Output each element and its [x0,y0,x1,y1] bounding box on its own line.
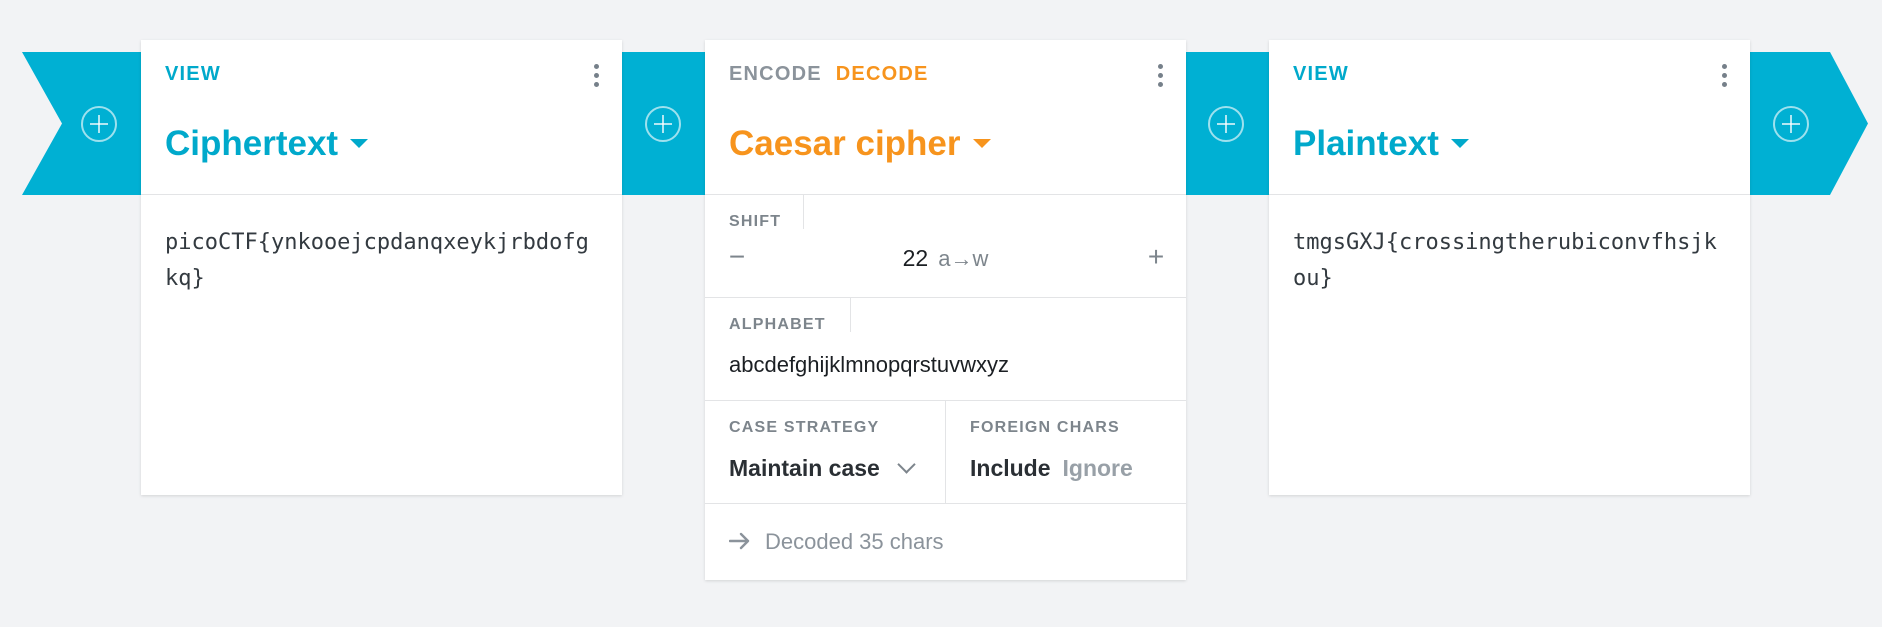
shift-label: SHIFT [729,213,782,230]
cipher-selector-dropdown[interactable]: Caesar cipher [729,124,991,164]
card-header: VIEW Plaintext [1269,40,1750,195]
caret-down-icon [1450,139,1469,148]
ciphertext-card: VIEW Ciphertext picoCTF{ynkooejcpdanqxey… [141,40,622,495]
tab-view[interactable]: VIEW [165,63,221,85]
card-header: ENCODE DECODE Caesar cipher [705,40,1186,195]
more-vertical-icon[interactable] [1156,64,1164,92]
caret-down-icon [350,139,369,148]
card-tabs: ENCODE DECODE [729,63,943,86]
tab-encode[interactable]: ENCODE [729,63,822,85]
shift-increment-button[interactable]: + [1142,243,1170,271]
shift-decrement-button[interactable]: − [723,243,751,271]
caesar-cipher-card: ENCODE DECODE Caesar cipher SHIFT 22 a→w −… [705,40,1186,580]
case-strategy-select[interactable]: Maintain case [729,455,880,482]
add-operation-plus-icon[interactable] [81,106,117,142]
alphabet-setting: ALPHABET abcdefghijklmnopqrstuvwxyz [705,298,1186,401]
plaintext-textarea[interactable]: tmgsGXJ{crossingtherubiconvfhsjkou} [1269,195,1750,327]
label-divider [803,195,804,229]
caret-down-icon [972,139,991,148]
status-text: Decoded 35 chars [765,529,944,554]
shift-setting: SHIFT 22 a→w − + [705,195,1186,298]
foreign-chars-ignore[interactable]: Ignore [1063,455,1133,481]
more-vertical-icon[interactable] [592,64,600,92]
card-tabs: VIEW [165,63,235,86]
add-operation-plus-icon[interactable] [1773,106,1809,142]
plaintext-card: VIEW Plaintext tmgsGXJ{crossingtherubico… [1269,40,1750,495]
more-vertical-icon[interactable] [1720,64,1728,92]
foreign-chars-label: FOREIGN CHARS [970,419,1120,436]
add-operation-plus-icon[interactable] [645,106,681,142]
plaintext-format-dropdown[interactable]: Plaintext [1293,124,1469,164]
foreign-chars-include[interactable]: Include [970,455,1051,481]
tab-decode[interactable]: DECODE [836,63,929,85]
card-tabs: VIEW [1293,63,1363,86]
add-operation-plus-icon[interactable] [1208,106,1244,142]
label-divider [850,298,851,332]
card-title: Caesar cipher [729,124,961,163]
alphabet-label: ALPHABET [729,316,826,333]
status-bar: Decoded 35 chars [705,504,1186,579]
tab-view[interactable]: VIEW [1293,63,1349,85]
ciphertext-format-dropdown[interactable]: Ciphertext [165,124,369,164]
case-strategy-label: CASE STRATEGY [729,419,880,436]
alphabet-input[interactable]: abcdefghijklmnopqrstuvwxyz [729,352,1009,378]
ciphertext-textarea[interactable]: picoCTF{ynkooejcpdanqxeykjrbdofgkq} [141,195,622,327]
shift-mapping: a→w [938,246,989,271]
chevron-down-icon[interactable] [897,455,916,474]
arrow-right-icon [729,532,750,550]
foreign-chars-setting: FOREIGN CHARS Include Ignore [946,401,1186,503]
card-title: Ciphertext [165,124,339,163]
case-strategy-setting: CASE STRATEGY Maintain case [705,401,946,503]
shift-value: 22 [902,245,929,271]
case-foreign-settings: CASE STRATEGY Maintain case FOREIGN CHAR… [705,401,1186,504]
foreign-chars-options: Include Ignore [970,455,1133,482]
shift-value-display[interactable]: 22 a→w [705,245,1186,272]
card-header: VIEW Ciphertext [141,40,622,195]
card-title: Plaintext [1293,124,1439,163]
